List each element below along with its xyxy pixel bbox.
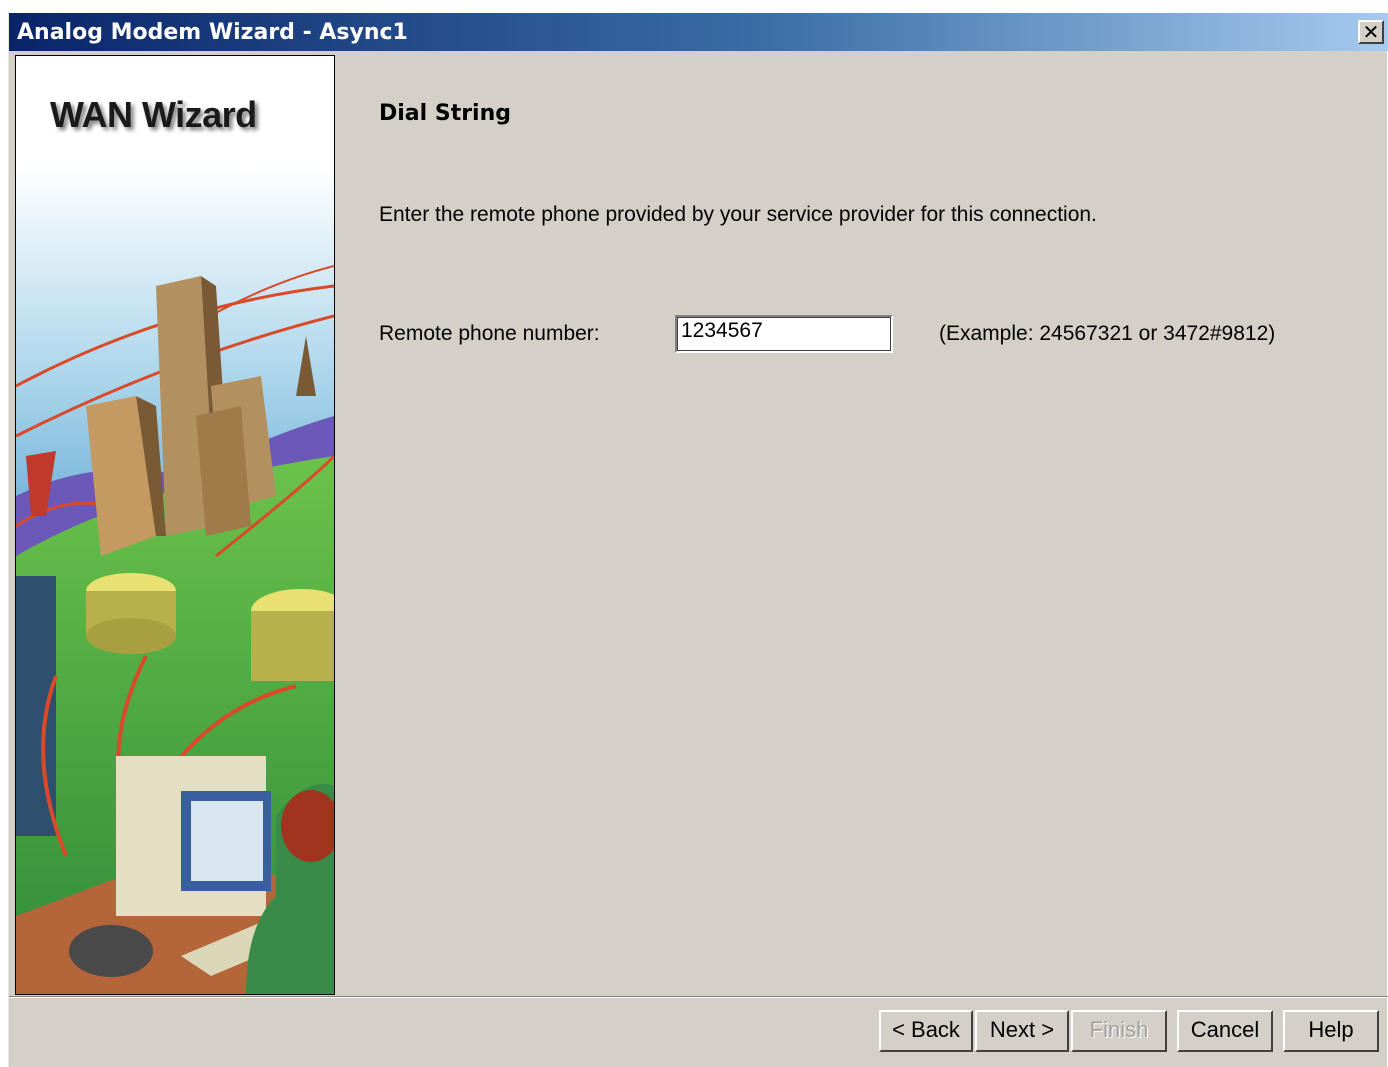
window-title: Analog Modem Wizard - Async1	[17, 20, 408, 45]
close-icon: ✕	[1362, 20, 1380, 44]
instruction-text: Enter the remote phone provided by your …	[379, 203, 1097, 226]
remote-phone-input[interactable]: 1234567	[675, 315, 893, 353]
finish-button[interactable]: Finish	[1071, 1010, 1167, 1052]
remote-phone-label: Remote phone number:	[379, 322, 600, 345]
wan-wizard-title: WAN Wizard	[50, 94, 257, 135]
help-button[interactable]: Help	[1283, 1010, 1379, 1052]
phone-example-hint: (Example: 24567321 or 3472#9812)	[939, 322, 1276, 345]
step-heading: Dial String	[379, 101, 512, 126]
title-bar[interactable]: Analog Modem Wizard - Async1 ✕	[9, 13, 1388, 51]
wizard-window: Analog Modem Wizard - Async1 ✕ WAN Wizar…	[8, 13, 1388, 1067]
cancel-button[interactable]: Cancel	[1177, 1010, 1273, 1052]
close-button[interactable]: ✕	[1358, 20, 1384, 44]
wizard-illustration: WAN Wizard	[15, 55, 335, 995]
city-network-illustration	[16, 56, 334, 994]
footer-divider	[9, 996, 1388, 998]
next-button[interactable]: Next >	[975, 1010, 1069, 1052]
back-button[interactable]: < Back	[879, 1010, 973, 1052]
